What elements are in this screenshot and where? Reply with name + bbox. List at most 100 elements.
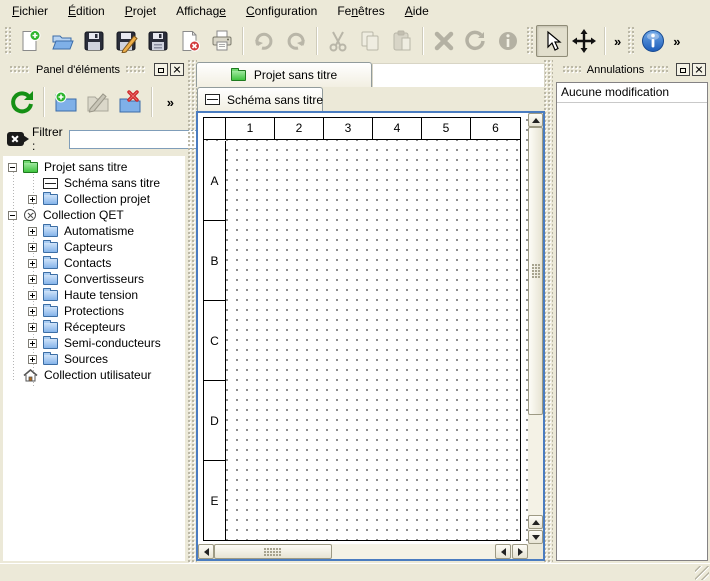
splitter-right[interactable] <box>544 60 553 563</box>
menu-affichage[interactable]: Affichage <box>166 0 236 22</box>
scroll-down-button[interactable] <box>528 530 543 544</box>
menu-edition[interactable]: Édition <box>58 0 115 22</box>
tree-item-capteurs[interactable]: Capteurs <box>3 239 185 255</box>
float-panel-button[interactable] <box>154 63 168 76</box>
undo-button[interactable] <box>248 25 280 57</box>
tree-item-automatisme[interactable]: Automatisme <box>3 223 185 239</box>
diagram-paper[interactable]: 1 2 3 4 5 6 A B C D E <box>203 117 521 541</box>
expand-icon[interactable] <box>28 243 37 252</box>
expand-icon[interactable] <box>28 307 37 316</box>
diagram-info-button[interactable] <box>637 25 669 57</box>
expand-icon[interactable] <box>28 227 37 236</box>
expand-icon[interactable] <box>28 339 37 348</box>
clear-filter-icon[interactable] <box>7 132 24 146</box>
scroll-left-button[interactable] <box>198 544 214 559</box>
menu-configuration[interactable]: Configuration <box>236 0 327 22</box>
toolbar-drag-handle[interactable] <box>628 27 634 55</box>
horizontal-scrollbar[interactable] <box>198 544 528 559</box>
reload-collections-button[interactable] <box>6 86 38 118</box>
info-blue-icon <box>640 28 666 54</box>
close-panel-button[interactable] <box>692 63 706 76</box>
scroll-up-button-bottom[interactable] <box>528 515 543 529</box>
expand-icon[interactable] <box>28 195 37 204</box>
save-button[interactable] <box>78 25 110 57</box>
menu-aide[interactable]: Aide <box>395 0 439 22</box>
tree-item-collection-projet[interactable]: Collection projet <box>3 191 185 207</box>
edit-category-button[interactable] <box>82 86 114 118</box>
menu-projet[interactable]: Projet <box>115 0 166 22</box>
cut-button[interactable] <box>322 25 354 57</box>
resize-grip[interactable] <box>695 566 709 580</box>
delete-category-button[interactable] <box>114 86 146 118</box>
redo-button[interactable] <box>280 25 312 57</box>
elements-panel-titlebar[interactable]: Panel d'éléments <box>0 60 188 79</box>
new-category-button[interactable] <box>50 86 82 118</box>
undo-panel-title: Annulations <box>587 64 645 76</box>
panel-toolbar-overflow-button[interactable]: » <box>163 95 178 110</box>
tree-item-sources[interactable]: Sources <box>3 351 185 367</box>
project-folder-icon <box>231 70 246 81</box>
undo-history-list[interactable]: Aucune modification <box>556 82 708 561</box>
select-mode-button[interactable] <box>536 25 568 57</box>
open-document-button[interactable] <box>46 25 78 57</box>
toolbar-drag-handle[interactable] <box>5 27 11 55</box>
delete-button[interactable] <box>428 25 460 57</box>
tree-item-projet-sans-titre[interactable]: Projet sans titre <box>3 159 185 175</box>
object-info-icon <box>496 29 520 53</box>
expand-icon[interactable] <box>28 291 37 300</box>
menu-fichier[interactable]: Fichier <box>2 0 58 22</box>
vertical-scrollbar[interactable] <box>528 113 543 544</box>
schema-tab[interactable]: Schéma sans titre <box>197 87 323 111</box>
expand-icon[interactable] <box>28 259 37 268</box>
object-info-button[interactable] <box>492 25 524 57</box>
project-tab[interactable]: Projet sans titre <box>196 62 372 87</box>
toolbar-overflow-button[interactable]: » <box>669 34 684 49</box>
schema-icon <box>205 94 220 105</box>
tree-item-recepteurs[interactable]: Récepteurs <box>3 319 185 335</box>
tabbar-empty-area <box>372 63 545 87</box>
arrow-left-icon <box>204 548 209 556</box>
menu-fenetres[interactable]: Fenêtres <box>327 0 394 22</box>
tree-item-contacts[interactable]: Contacts <box>3 255 185 271</box>
rotate-icon <box>464 29 488 53</box>
close-document-button[interactable] <box>174 25 206 57</box>
scrollbar-corner <box>528 544 543 559</box>
scroll-up-button[interactable] <box>528 113 543 127</box>
new-document-button[interactable] <box>14 25 46 57</box>
collapse-icon[interactable] <box>8 163 17 172</box>
toolbar-drag-handle[interactable] <box>527 27 533 55</box>
rotate-button[interactable] <box>460 25 492 57</box>
paste-button[interactable] <box>386 25 418 57</box>
save-as-button[interactable] <box>110 25 142 57</box>
undo-panel-titlebar[interactable]: Annulations <box>553 60 710 79</box>
tree-item-convertisseurs[interactable]: Convertisseurs <box>3 271 185 287</box>
toolbar-overflow-button[interactable]: » <box>610 34 625 49</box>
expand-icon[interactable] <box>28 323 37 332</box>
folder-icon <box>43 322 58 333</box>
undo-panel: Annulations Aucune modification <box>553 60 710 563</box>
menu-bar: Fichier Édition Projet Affichage Configu… <box>0 0 710 22</box>
vertical-scrollbar-thumb[interactable] <box>528 127 543 415</box>
tree-item-collection-qet[interactable]: Collection QET <box>3 207 185 223</box>
expand-icon[interactable] <box>28 355 37 364</box>
print-button[interactable] <box>206 25 238 57</box>
close-panel-button[interactable] <box>170 63 184 76</box>
scroll-right-button[interactable] <box>512 544 528 559</box>
tree-item-semi-conducteurs[interactable]: Semi-conducteurs <box>3 335 185 351</box>
horizontal-scrollbar-thumb[interactable] <box>214 544 332 559</box>
expand-icon[interactable] <box>28 275 37 284</box>
tree-item-schema-sans-titre[interactable]: Schéma sans titre <box>3 175 185 191</box>
scroll-left-button-right[interactable] <box>495 544 511 559</box>
float-panel-button[interactable] <box>676 63 690 76</box>
pan-mode-button[interactable] <box>568 25 600 57</box>
copy-button[interactable] <box>354 25 386 57</box>
tree-item-haute-tension[interactable]: Haute tension <box>3 287 185 303</box>
save-all-button[interactable] <box>142 25 174 57</box>
tree-item-protections[interactable]: Protections <box>3 303 185 319</box>
tree-item-collection-utilisateur[interactable]: Collection utilisateur <box>3 367 185 383</box>
undo-list-item[interactable]: Aucune modification <box>557 83 707 103</box>
collapse-icon[interactable] <box>8 211 17 220</box>
reload-icon <box>9 89 35 115</box>
diagram-view[interactable]: 1 2 3 4 5 6 A B C D E <box>196 111 545 561</box>
save-as-icon <box>114 29 138 53</box>
